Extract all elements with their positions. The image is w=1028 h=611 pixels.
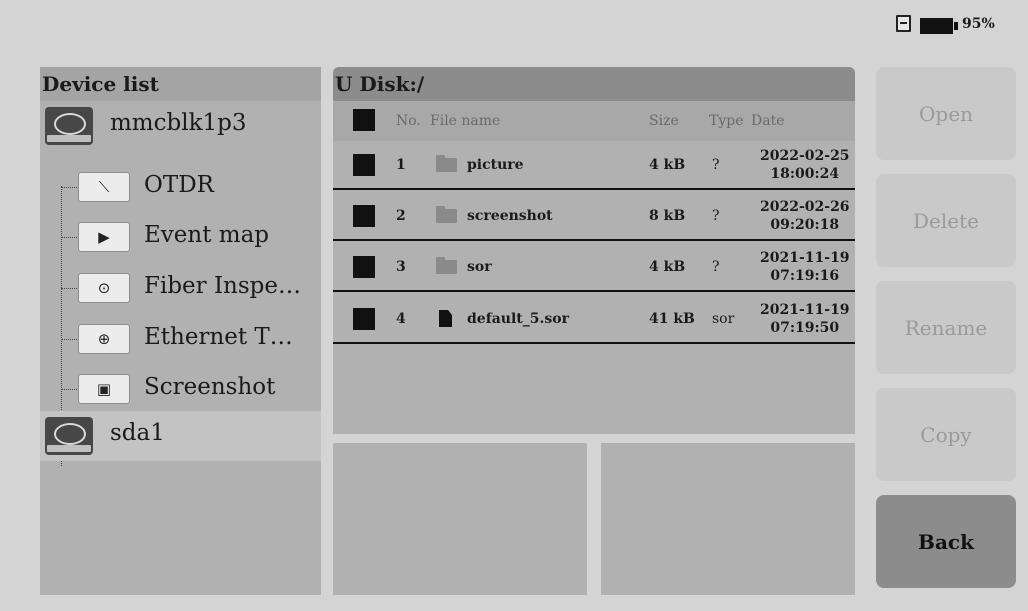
column-type: Type <box>709 113 744 129</box>
file-date-day: 2022-02-25 <box>760 148 850 164</box>
tree-item-event-map[interactable]: ▶ Event map <box>40 212 321 262</box>
battery-percent: 95% <box>962 16 995 32</box>
open-button[interactable]: Open <box>876 67 1016 160</box>
file-no: 3 <box>396 259 406 275</box>
file-no: 1 <box>396 157 406 173</box>
document-icon <box>436 310 452 329</box>
tree-item-ethernet[interactable]: ⊕ Ethernet T… <box>40 314 321 364</box>
tree-item-label: Ethernet T… <box>144 324 293 350</box>
file-name: sor <box>467 259 492 275</box>
file-date-day: 2022-02-26 <box>760 199 850 215</box>
file-size: 4 kB <box>649 259 686 275</box>
file-type: sor <box>712 311 735 327</box>
sd-card-icon <box>896 15 911 32</box>
file-size: 8 kB <box>649 208 686 224</box>
column-date: Date <box>751 113 785 129</box>
column-no: No. <box>396 113 421 129</box>
tree-item-label: Fiber Inspe… <box>144 273 301 299</box>
device-mmcblk1p3[interactable]: mmcblk1p3 <box>40 101 321 151</box>
status-bar: 95% <box>0 0 1028 50</box>
battery-icon <box>920 18 958 34</box>
tree-item-label: Screenshot <box>144 374 276 400</box>
tree-item-fiber-inspect[interactable]: ⊙ Fiber Inspe… <box>40 263 321 313</box>
back-button[interactable]: Back <box>876 495 1016 588</box>
file-date: 2022-02-26 09:20:18 <box>760 198 850 234</box>
ethernet-icon: ⊕ <box>78 324 130 354</box>
row-checkbox[interactable] <box>353 256 375 278</box>
tree-item-label: Event map <box>144 222 270 248</box>
file-no: 4 <box>396 311 406 327</box>
row-checkbox[interactable] <box>353 205 375 227</box>
otdr-icon: ⟍ <box>78 172 130 202</box>
file-type: ? <box>712 208 720 224</box>
file-date: 2021-11-19 07:19:16 <box>760 249 850 285</box>
device-label: sda1 <box>110 420 165 446</box>
file-no: 2 <box>396 208 406 224</box>
disk-icon <box>45 107 93 145</box>
column-file-name: File name <box>430 113 501 129</box>
file-row[interactable]: 2 screenshot 8 kB ? 2022-02-26 09:20:18 <box>333 192 855 241</box>
device-sda1[interactable]: sda1 <box>40 411 321 461</box>
tree-item-otdr[interactable]: ⟍ OTDR <box>40 162 321 212</box>
file-date-day: 2021-11-19 <box>760 250 850 266</box>
fiber-inspect-icon: ⊙ <box>78 273 130 303</box>
file-type: ? <box>712 259 720 275</box>
file-name: default_5.sor <box>467 311 569 327</box>
file-type: ? <box>712 157 720 173</box>
file-size: 41 kB <box>649 311 695 327</box>
row-checkbox[interactable] <box>353 308 375 330</box>
file-date-time: 09:20:18 <box>770 217 840 233</box>
preview-pane-left <box>333 443 587 595</box>
row-checkbox[interactable] <box>353 154 375 176</box>
file-name: screenshot <box>467 208 553 224</box>
file-date-time: 18:00:24 <box>770 166 840 182</box>
file-row[interactable]: 1 picture 4 kB ? 2022-02-25 18:00:24 <box>333 141 855 190</box>
device-list-title: Device list <box>40 67 321 101</box>
tree-item-screenshot[interactable]: ▣ Screenshot <box>40 364 321 414</box>
file-date-time: 07:19:16 <box>770 268 840 284</box>
device-label: mmcblk1p3 <box>110 110 247 136</box>
file-date-day: 2021-11-19 <box>760 302 850 318</box>
rename-button[interactable]: Rename <box>876 281 1016 374</box>
copy-button[interactable]: Copy <box>876 388 1016 481</box>
file-name: picture <box>467 157 524 173</box>
column-size: Size <box>649 113 679 129</box>
folder-icon <box>436 155 457 172</box>
screenshot-icon: ▣ <box>78 374 130 404</box>
file-date: 2021-11-19 07:19:50 <box>760 301 850 337</box>
preview-pane-right <box>601 443 855 595</box>
file-row[interactable]: 4 default_5.sor 41 kB sor 2021-11-19 07:1… <box>333 295 855 344</box>
file-date: 2022-02-25 18:00:24 <box>760 147 850 183</box>
current-path: U Disk:/ <box>333 67 855 101</box>
folder-icon <box>436 206 457 223</box>
select-all-checkbox[interactable] <box>353 109 375 131</box>
disk-icon <box>45 417 93 455</box>
folder-icon <box>436 257 457 274</box>
tree-item-label: OTDR <box>144 172 214 198</box>
file-date-time: 07:19:50 <box>770 320 840 336</box>
device-list-panel: Device list mmcblk1p3 ⟍ OTDR ▶ Event map… <box>40 67 321 595</box>
event-map-icon: ▶ <box>78 222 130 252</box>
file-size: 4 kB <box>649 157 686 173</box>
delete-button[interactable]: Delete <box>876 174 1016 267</box>
file-browser-panel: U Disk:/ No. File name Size Type Date 1 … <box>333 67 855 434</box>
file-table-header: No. File name Size Type Date <box>333 101 855 141</box>
file-row[interactable]: 3 sor 4 kB ? 2021-11-19 07:19:16 <box>333 243 855 292</box>
